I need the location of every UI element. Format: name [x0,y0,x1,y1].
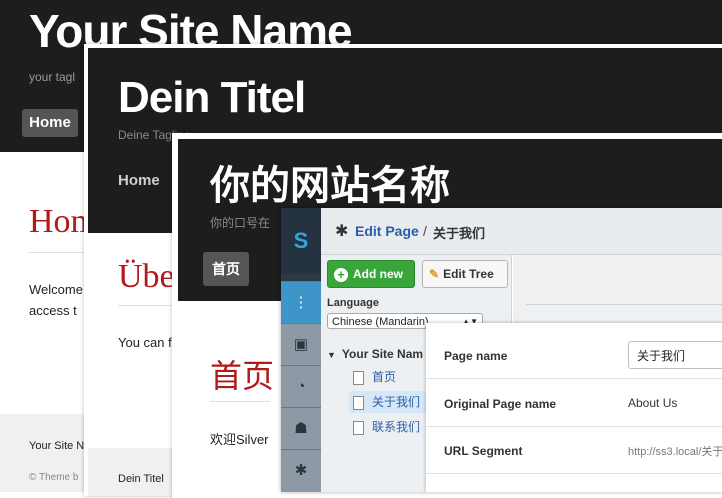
original-page-name-label: Original Page name [444,397,557,411]
cms-logo[interactable]: S [281,208,321,274]
tree-root[interactable]: ▼ Your Site Nam [327,347,423,361]
pages-icon[interactable]: ⋮ [281,281,321,324]
divider [426,426,722,427]
divider [426,378,722,379]
page-icon [353,420,364,435]
language-value: Chinese (Mandarin) [332,316,429,328]
edit-tree-label: Edit Tree [443,267,494,281]
nav-home-link[interactable]: 首页 [203,252,249,286]
content-line: access t [29,303,77,318]
page-icon [353,395,364,410]
pencil-icon: ✎ [429,267,440,281]
page-heading: 首页 [210,358,275,394]
nav-home-link[interactable]: Home [118,172,160,189]
cms-editor-window: S ⋮ ▣ ◔ ☗ ✱ ✱ Edit Page / 关于我们 + Add new … [281,208,722,492]
site-title[interactable]: Dein Titel [118,76,306,120]
divider [426,473,722,474]
site-title[interactable]: 你的网站名称 [210,164,450,208]
breadcrumb-separator: / [423,223,427,239]
footer-theme-credit: © Theme b [29,472,79,483]
url-segment-label: URL Segment [444,444,523,458]
security-icon[interactable]: ☗ [281,407,321,450]
nav-home-link[interactable]: Home [22,109,78,137]
add-new-button[interactable]: + Add new [327,260,415,288]
tree-item-selected[interactable]: 关于我们 [349,391,427,413]
tree-item-label: 关于我们 [372,395,421,409]
page-content: Welcome access t [29,279,87,321]
settings-icon[interactable]: ✱ [281,449,321,492]
reports-icon[interactable]: ◔ [281,365,321,408]
tree-item-label: 首页 [372,370,397,384]
site-tagline: 你的口号在 [210,216,271,230]
breadcrumb-edit-page[interactable]: Edit Page [355,223,419,239]
page-heading: Übe [118,258,175,295]
plus-icon: + [334,267,348,282]
page-icon [353,370,364,385]
breadcrumb-current: 关于我们 [433,226,486,241]
cms-sidebar: S ⋮ ▣ ◔ ☗ ✱ [281,208,321,492]
url-segment-value[interactable]: http://ss3.local/关于 [628,443,722,459]
site-tagline: your tagl [29,70,76,84]
tree-item[interactable]: 联系我们 [349,416,426,438]
page-content: You can f [118,335,172,350]
expand-triangle-icon[interactable]: ▼ [327,350,336,360]
gear-icon: ✱ [335,223,349,240]
add-new-label: Add new [353,267,403,281]
divider [526,304,722,305]
content-line: Welcome [29,282,83,297]
tree-item-label: 联系我们 [372,420,421,434]
page-content: 欢迎Silver [210,432,269,447]
tree-item[interactable]: 首页 [349,366,402,388]
page-edit-form: Page name 关于我们 Original Page name About … [426,323,722,492]
page-name-label: Page name [444,349,508,363]
edit-tree-button[interactable]: ✎ Edit Tree [422,260,508,288]
divider [210,401,270,402]
language-label: Language [327,297,379,309]
files-icon[interactable]: ▣ [281,323,321,366]
page-name-input[interactable]: 关于我们 [628,341,722,369]
original-page-name-value: About Us [628,396,678,410]
footer-site-name: Your Site N [29,440,85,452]
tree-root-label: Your Site Nam [341,347,424,361]
footer-site-name: Dein Titel [118,473,164,485]
